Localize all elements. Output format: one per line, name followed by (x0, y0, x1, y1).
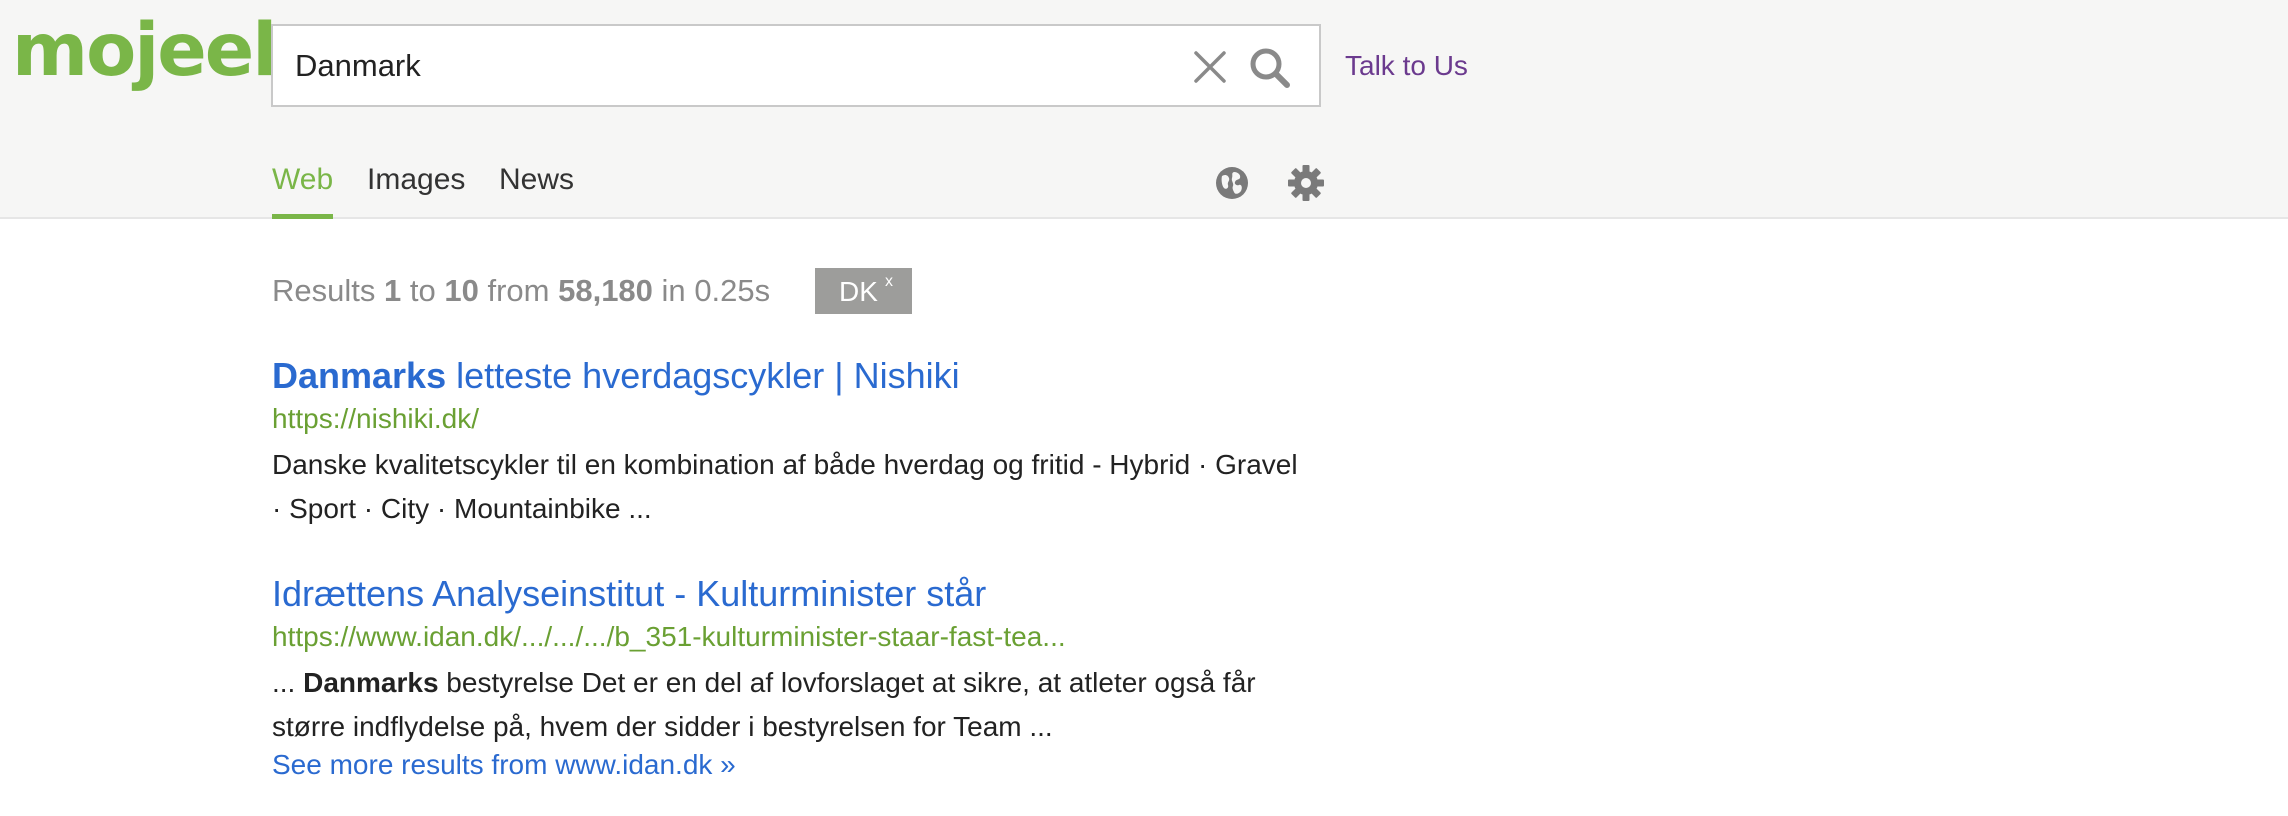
result-title-link[interactable]: Idrættens Analyseinstitut - Kulturminist… (272, 573, 1312, 615)
tab-news[interactable]: News (499, 163, 574, 219)
result-title-link[interactable]: Danmarks letteste hverdagscykler | Nishi… (272, 355, 1312, 397)
search-result: Danmarks letteste hverdagscykler | Nishi… (272, 355, 1312, 531)
search-box (271, 24, 1321, 107)
globe-icon[interactable] (1213, 164, 1251, 202)
search-result: Idrættens Analyseinstitut - Kulturminist… (272, 573, 1312, 781)
region-filter-badge[interactable]: DK x (815, 268, 912, 314)
gear-icon[interactable] (1287, 164, 1325, 202)
result-snippet: Danske kvalitetscykler til en kombinatio… (272, 449, 1298, 524)
tab-web[interactable]: Web (272, 163, 334, 219)
region-label: DK (839, 276, 878, 307)
result-url[interactable]: https://nishiki.dk/ (272, 403, 1312, 435)
results-summary: Results 1 to 10 from 58,180 in 0.25s (272, 273, 771, 308)
region-remove-icon[interactable]: x (885, 273, 893, 291)
search-icon[interactable] (1247, 45, 1293, 91)
close-icon[interactable] (1191, 48, 1229, 86)
mojeek-logo[interactable]: mojeek (12, 14, 301, 87)
more-results-link[interactable]: See more results from www.idan.dk » (272, 749, 1312, 781)
result-url[interactable]: https://www.idan.dk/.../.../.../b_351-ku… (272, 621, 1312, 653)
talk-to-us-link[interactable]: Talk to Us (1345, 50, 1468, 82)
header: mojeek Talk to Us Web Images News (0, 0, 2288, 219)
tab-images[interactable]: Images (367, 163, 465, 219)
result-snippet: ... Danmarks bestyrelse Det er en del af… (272, 667, 1256, 742)
search-input[interactable] (295, 26, 1135, 105)
